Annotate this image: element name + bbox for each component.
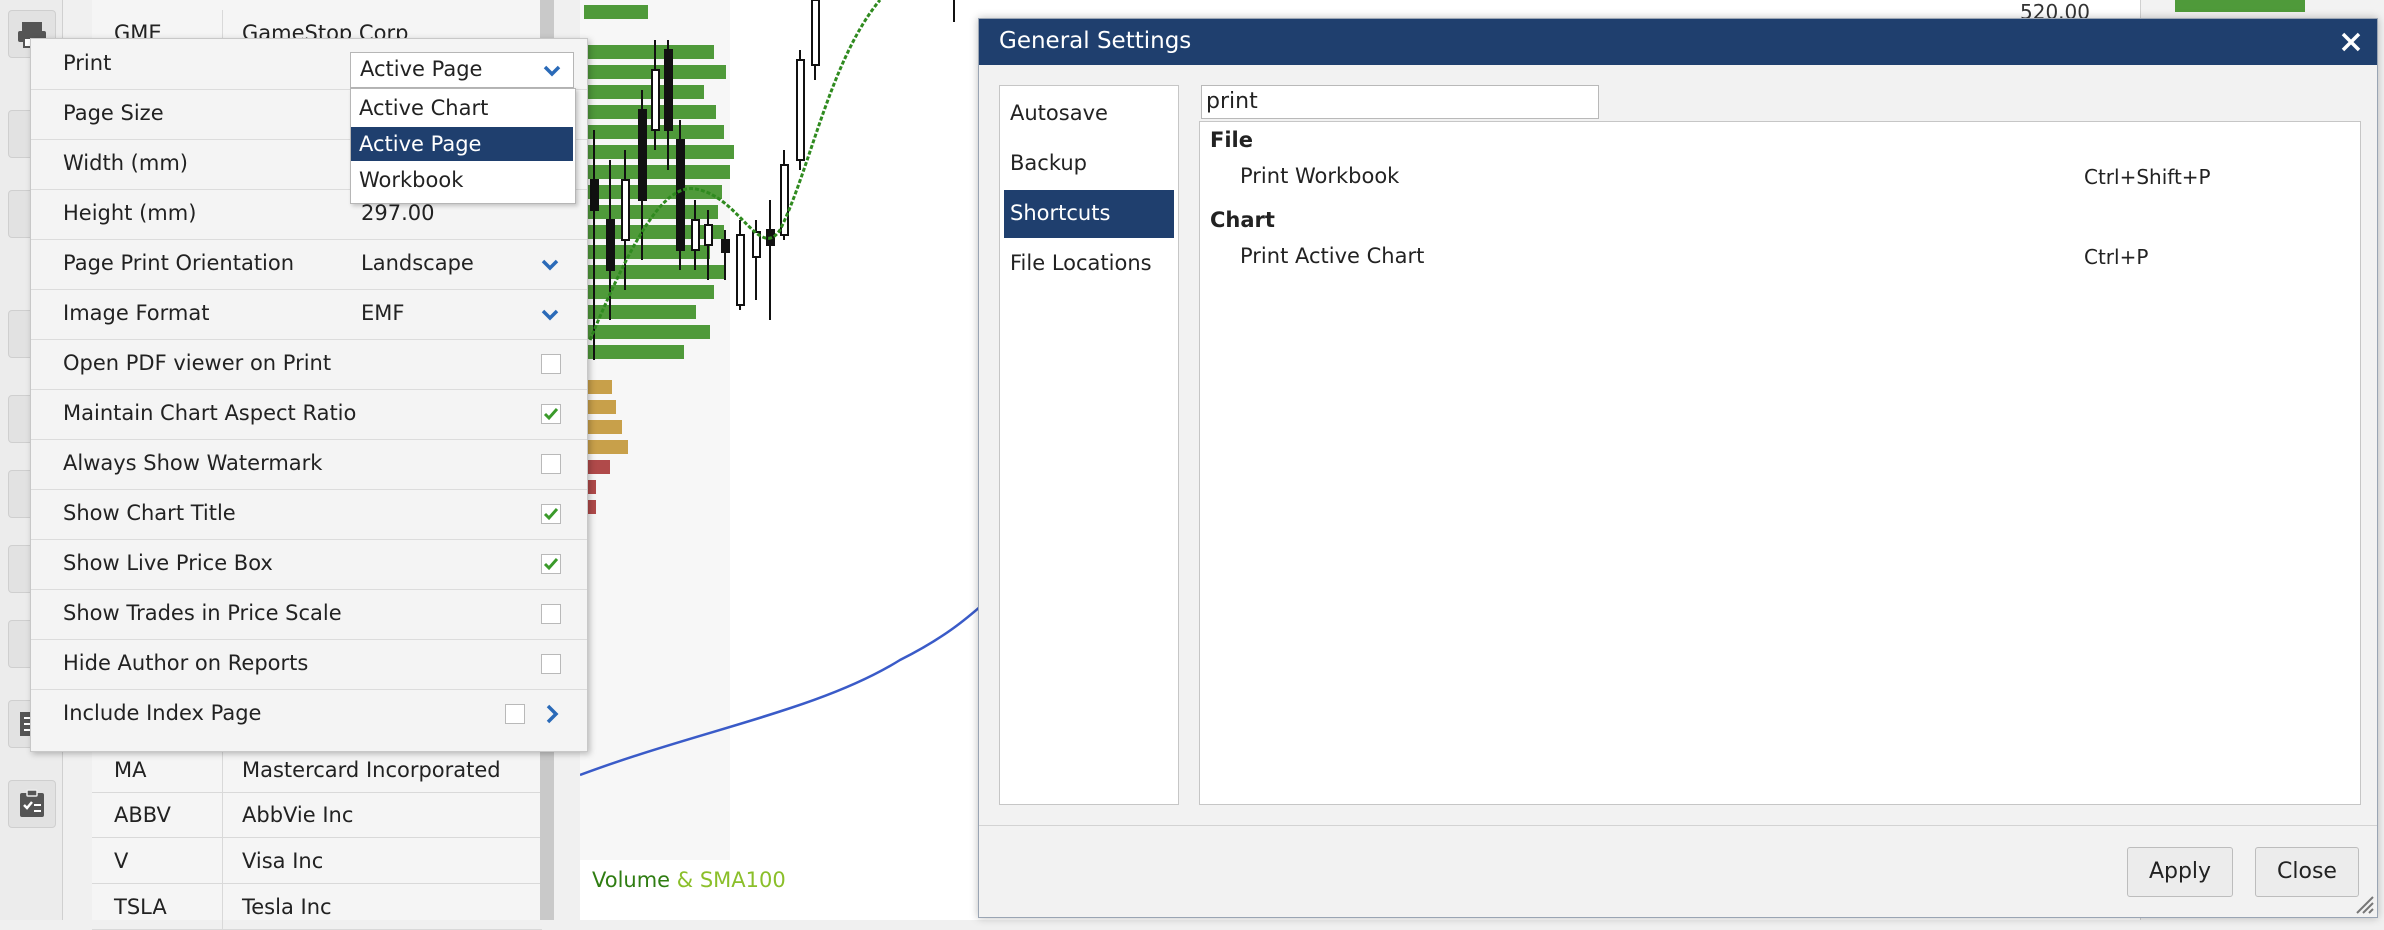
watchlist-symbol: MA <box>114 758 147 782</box>
option-label: Active Page <box>359 132 482 156</box>
watermark-label: Always Show Watermark <box>63 451 323 475</box>
watermark-checkbox[interactable] <box>541 454 561 474</box>
print-row-open-pdf[interactable]: Open PDF viewer on Print <box>31 339 587 390</box>
chevron-down-icon[interactable] <box>541 59 563 81</box>
shortcut-key: Ctrl+Shift+P <box>2084 165 2211 189</box>
print-select[interactable]: Active Page <box>350 52 574 88</box>
apply-label: Apply <box>2148 859 2212 884</box>
hide-author-checkbox[interactable] <box>541 654 561 674</box>
chevron-down-icon[interactable] <box>539 253 561 275</box>
nav-item-backup[interactable]: Backup <box>1004 140 1174 188</box>
image-format-label: Image Format <box>63 301 210 325</box>
checkmark-icon <box>543 558 559 571</box>
print-label: Print <box>63 51 112 75</box>
dropdown-option-active-page[interactable]: Active Page <box>351 127 573 161</box>
shortcut-action: Print Workbook <box>1240 164 1400 188</box>
chevron-right-icon[interactable] <box>541 703 563 725</box>
close-label: Close <box>2277 859 2337 884</box>
right-volume-bar <box>2175 0 2305 12</box>
orientation-value[interactable]: Landscape <box>361 251 474 275</box>
option-label: Workbook <box>359 168 464 192</box>
checklist-tool-button[interactable] <box>8 780 56 828</box>
dropdown-option-active-chart[interactable]: Active Chart <box>351 91 573 125</box>
watchlist-symbol: TSLA <box>114 895 167 919</box>
print-row-aspect-ratio[interactable]: Maintain Chart Aspect Ratio <box>31 389 587 440</box>
nav-item-shortcuts[interactable]: Shortcuts <box>1004 190 1174 238</box>
open-pdf-checkbox[interactable] <box>541 354 561 374</box>
print-row-orientation[interactable]: Page Print Orientation Landscape <box>31 239 587 290</box>
trades-price-scale-label: Show Trades in Price Scale <box>63 601 342 625</box>
shortcut-action: Print Active Chart <box>1240 244 1425 268</box>
dialog-footer-divider <box>979 825 2377 826</box>
nav-label: Backup <box>1010 151 1087 175</box>
print-row-live-price[interactable]: Show Live Price Box <box>31 539 587 590</box>
checkmark-icon <box>543 408 559 421</box>
print-row-hide-author[interactable]: Hide Author on Reports <box>31 639 587 690</box>
watchlist-name: Mastercard Incorporated <box>242 758 501 782</box>
live-price-label: Show Live Price Box <box>63 551 273 575</box>
nav-item-autosave[interactable]: Autosave <box>1004 90 1174 138</box>
index-page-label: Include Index Page <box>63 701 262 725</box>
watchlist-row[interactable]: ABBV AbbVie Inc <box>92 792 542 838</box>
open-pdf-label: Open PDF viewer on Print <box>63 351 332 375</box>
close-icon[interactable] <box>2337 28 2365 56</box>
shortcuts-list: File Print Workbook Ctrl+Shift+P Chart P… <box>1199 121 2361 805</box>
close-button[interactable]: Close <box>2255 847 2359 897</box>
volume-label: Volume <box>592 868 671 892</box>
hide-author-label: Hide Author on Reports <box>63 651 309 675</box>
print-dropdown-list: Active Chart Active Page Workbook <box>350 88 576 204</box>
aspect-ratio-checkbox[interactable] <box>541 404 561 424</box>
settings-nav: Autosave Backup Shortcuts File Locations <box>999 85 1179 805</box>
print-row-index-page[interactable]: Include Index Page <box>31 689 587 739</box>
dialog-title-bar[interactable]: General Settings <box>979 19 2377 65</box>
watchlist-name: AbbVie Inc <box>242 803 354 827</box>
resize-grip-icon[interactable] <box>2353 893 2375 915</box>
shortcut-key: Ctrl+P <box>2084 245 2149 269</box>
price-line <box>580 589 1001 777</box>
settings-search-input[interactable]: print <box>1201 85 1599 119</box>
sma-label: & SMA100 <box>676 868 786 892</box>
group-header-chart: Chart <box>1210 208 1275 232</box>
chart-title-checkbox[interactable] <box>541 504 561 524</box>
height-label: Height (mm) <box>63 201 197 225</box>
group-header-file: File <box>1210 128 1253 152</box>
page-size-label: Page Size <box>63 101 164 125</box>
dialog-title: General Settings <box>999 28 1192 54</box>
checkmark-icon <box>543 508 559 521</box>
trades-price-scale-checkbox[interactable] <box>541 604 561 624</box>
height-value[interactable]: 297.00 <box>361 201 434 225</box>
shortcut-row[interactable]: Print Active Chart Ctrl+P <box>1200 242 2360 280</box>
watchlist-symbol: ABBV <box>114 803 171 827</box>
watchlist-row[interactable]: MA Mastercard Incorporated <box>92 747 542 793</box>
nav-label: File Locations <box>1010 251 1152 275</box>
print-select-value: Active Page <box>360 57 483 81</box>
live-price-checkbox[interactable] <box>541 554 561 574</box>
nav-label: Shortcuts <box>1010 201 1111 225</box>
apply-button[interactable]: Apply <box>2127 847 2233 897</box>
dropdown-option-workbook[interactable]: Workbook <box>351 163 573 197</box>
aspect-ratio-label: Maintain Chart Aspect Ratio <box>63 401 357 425</box>
nav-label: Autosave <box>1010 101 1108 125</box>
chart-title-label: Show Chart Title <box>63 501 236 525</box>
volume-legend: Volume & SMA100 <box>592 868 786 892</box>
print-row-chart-title[interactable]: Show Chart Title <box>31 489 587 540</box>
shortcut-row[interactable]: Print Workbook Ctrl+Shift+P <box>1200 162 2360 200</box>
print-row-watermark[interactable]: Always Show Watermark <box>31 439 587 490</box>
index-page-checkbox[interactable] <box>505 704 525 724</box>
watchlist-symbol: V <box>114 849 129 873</box>
orientation-label: Page Print Orientation <box>63 251 295 275</box>
watchlist-name: Visa Inc <box>242 849 324 873</box>
print-row-image-format[interactable]: Image Format EMF <box>31 289 587 340</box>
chevron-down-icon[interactable] <box>539 303 561 325</box>
print-row-trades-price-scale[interactable]: Show Trades in Price Scale <box>31 589 587 640</box>
watchlist-row[interactable]: V Visa Inc <box>92 838 542 884</box>
watchlist-name: Tesla Inc <box>242 895 332 919</box>
watchlist-row[interactable]: TSLA Tesla Inc <box>92 884 542 930</box>
image-format-value[interactable]: EMF <box>361 301 404 325</box>
nav-item-file-locations[interactable]: File Locations <box>1004 240 1174 288</box>
option-label: Active Chart <box>359 96 489 120</box>
width-label: Width (mm) <box>63 151 188 175</box>
clipboard-check-icon <box>20 789 44 817</box>
general-settings-dialog: General Settings Autosave Backup Shortcu… <box>978 18 2378 918</box>
